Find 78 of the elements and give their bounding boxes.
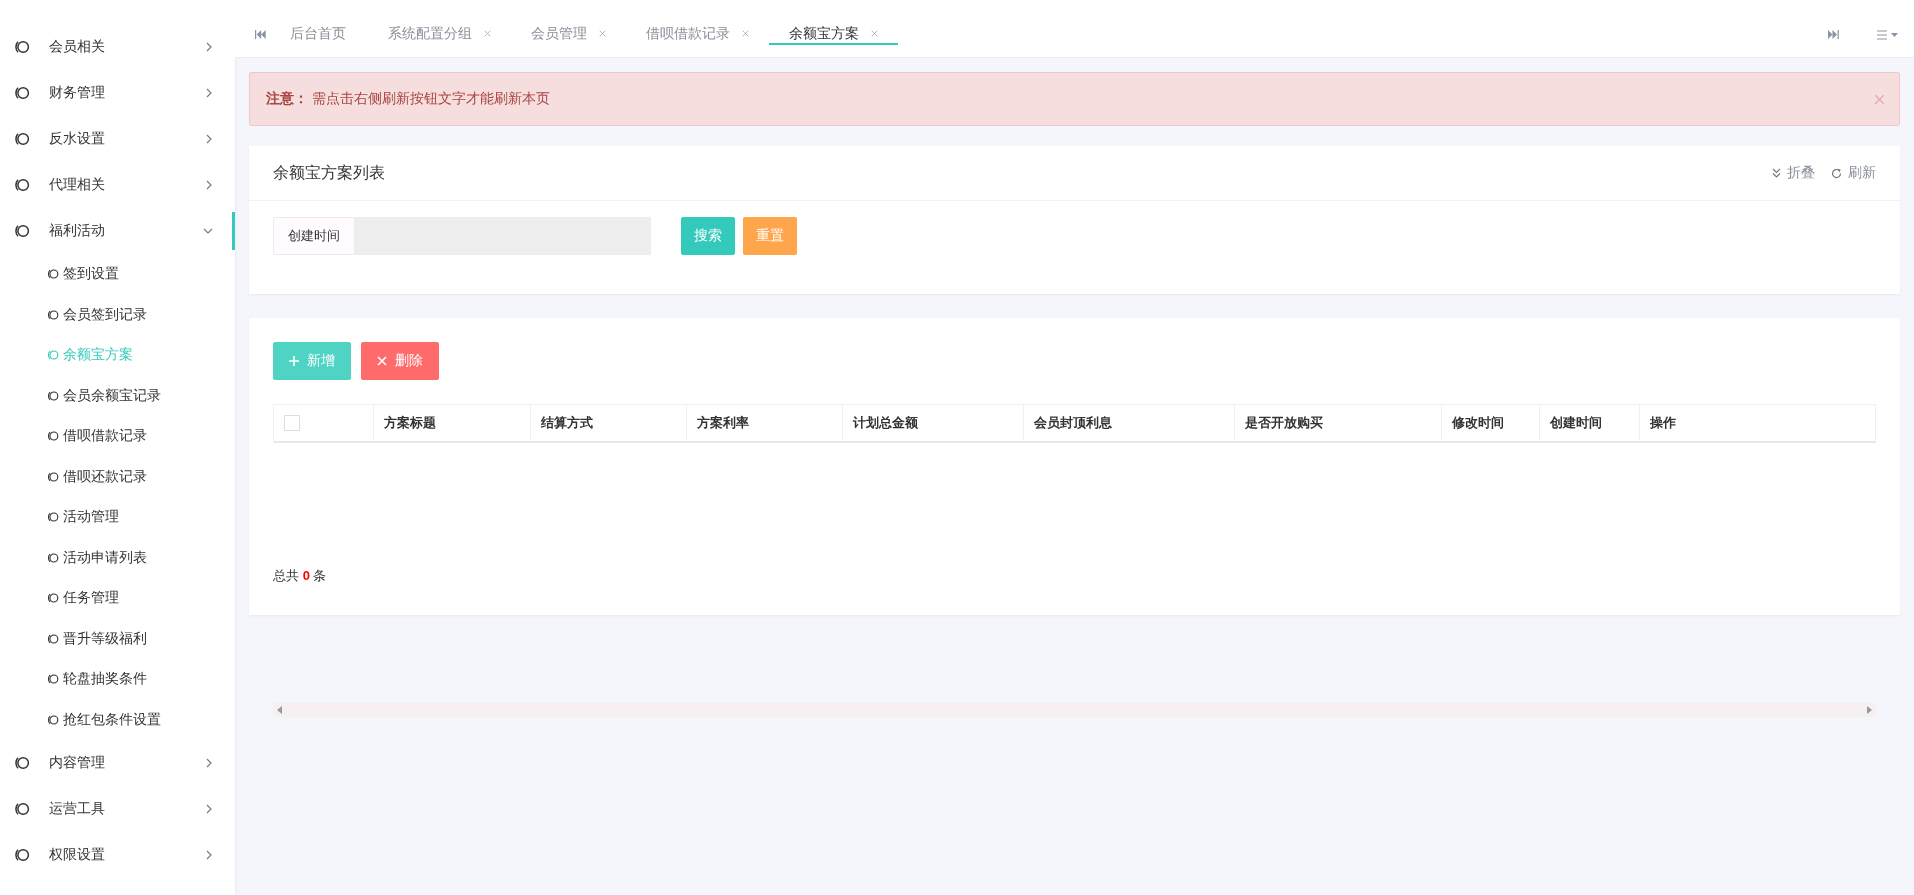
ring-icon (47, 673, 59, 686)
column-header: 修改时间 (1441, 405, 1539, 441)
total-count: 总共 0 条 (273, 567, 328, 585)
ring-icon (14, 131, 30, 147)
tab[interactable]: 余额宝方案 (769, 24, 898, 45)
skip-forward-icon[interactable] (1828, 30, 1839, 39)
ring-icon (47, 268, 59, 281)
close-icon[interactable] (599, 30, 606, 37)
chevron-right-icon (205, 804, 213, 814)
panel-title: 余额宝方案列表 (273, 162, 386, 183)
chevron-right-icon (205, 42, 213, 52)
chevron-right-icon (205, 758, 213, 768)
close-icon[interactable] (742, 30, 749, 37)
column-header: 方案标题 (373, 405, 530, 441)
close-icon[interactable] (871, 30, 878, 37)
refresh-icon (1831, 167, 1842, 179)
ring-icon (47, 308, 59, 321)
column-header: 计划总金额 (842, 405, 1023, 441)
sidebar-subitem[interactable]: 会员余额宝记录 (0, 375, 235, 416)
chevron-down-icon (203, 227, 213, 235)
sidebar-item[interactable]: 运营工具 (0, 786, 235, 832)
column-header: 结算方式 (530, 405, 686, 441)
ring-icon (14, 755, 30, 771)
chevron-right-icon (205, 180, 213, 190)
scroll-right-icon[interactable] (1867, 706, 1872, 714)
sidebar-subitem[interactable]: 签到设置 (0, 254, 235, 295)
chevron-right-icon (205, 134, 213, 144)
sidebar-item[interactable]: 反水设置 (0, 116, 235, 162)
ring-icon (14, 847, 30, 863)
scroll-left-icon[interactable] (277, 706, 282, 714)
sidebar-subitem[interactable]: 抢红包条件设置 (0, 699, 235, 740)
column-header: 操作 (1639, 405, 1875, 441)
ring-icon (14, 85, 30, 101)
ring-icon (47, 632, 59, 645)
ring-icon (47, 551, 59, 564)
ring-icon (14, 801, 30, 817)
cross-icon (377, 356, 387, 366)
ring-icon (47, 389, 59, 402)
sidebar-subitem[interactable]: 任务管理 (0, 578, 235, 619)
double-chevron-down-icon (1772, 168, 1781, 178)
date-field[interactable]: 创建时间 (273, 217, 651, 255)
ring-icon (14, 223, 30, 239)
horizontal-scrollbar[interactable] (273, 703, 1876, 717)
ring-icon (47, 592, 59, 605)
column-header: 创建时间 (1539, 405, 1639, 441)
ring-icon (47, 430, 59, 443)
sidebar-item[interactable]: 财务管理 (0, 70, 235, 116)
ring-icon (14, 177, 30, 193)
skip-back-icon[interactable] (255, 30, 266, 39)
ring-icon (47, 713, 59, 726)
ring-icon (47, 470, 59, 483)
sidebar-subitem[interactable]: 借呗还款记录 (0, 456, 235, 497)
sidebar-item[interactable]: 代理相关 (0, 162, 235, 208)
close-icon[interactable] (484, 30, 491, 37)
ring-icon (47, 349, 59, 362)
ring-icon (14, 39, 30, 55)
panel-action[interactable]: 刷新 (1831, 164, 1876, 182)
sidebar-item[interactable]: 权限设置 (0, 832, 235, 878)
sidebar-subitem[interactable]: 活动管理 (0, 497, 235, 538)
sidebar-item[interactable]: 福利活动 (0, 208, 235, 254)
column-header: 会员封顶利息 (1023, 405, 1234, 441)
sidebar-item[interactable]: 内容管理 (0, 740, 235, 786)
plus-icon (289, 356, 299, 366)
sidebar-subitem[interactable]: 晋升等级福利 (0, 618, 235, 659)
sidebar-subitem[interactable]: 活动申请列表 (0, 537, 235, 578)
sidebar-subitem[interactable]: 会员签到记录 (0, 294, 235, 335)
ring-icon (47, 511, 59, 524)
chevron-right-icon (205, 88, 213, 98)
chevron-right-icon (205, 850, 213, 860)
select-all-checkbox[interactable] (284, 415, 300, 431)
alert-message: 注意： 需点击右侧刷新按钮文字才能刷新本页 (266, 90, 551, 108)
column-header: 方案利率 (686, 405, 842, 441)
sidebar-item[interactable]: 会员相关 (0, 24, 235, 70)
close-icon[interactable] (1874, 93, 1885, 105)
sidebar-subitem[interactable]: 借呗借款记录 (0, 416, 235, 457)
column-header: 是否开放购买 (1234, 405, 1441, 441)
sidebar-subitem[interactable]: 轮盘抽奖条件 (0, 659, 235, 700)
menu-icon[interactable] (1877, 29, 1898, 40)
